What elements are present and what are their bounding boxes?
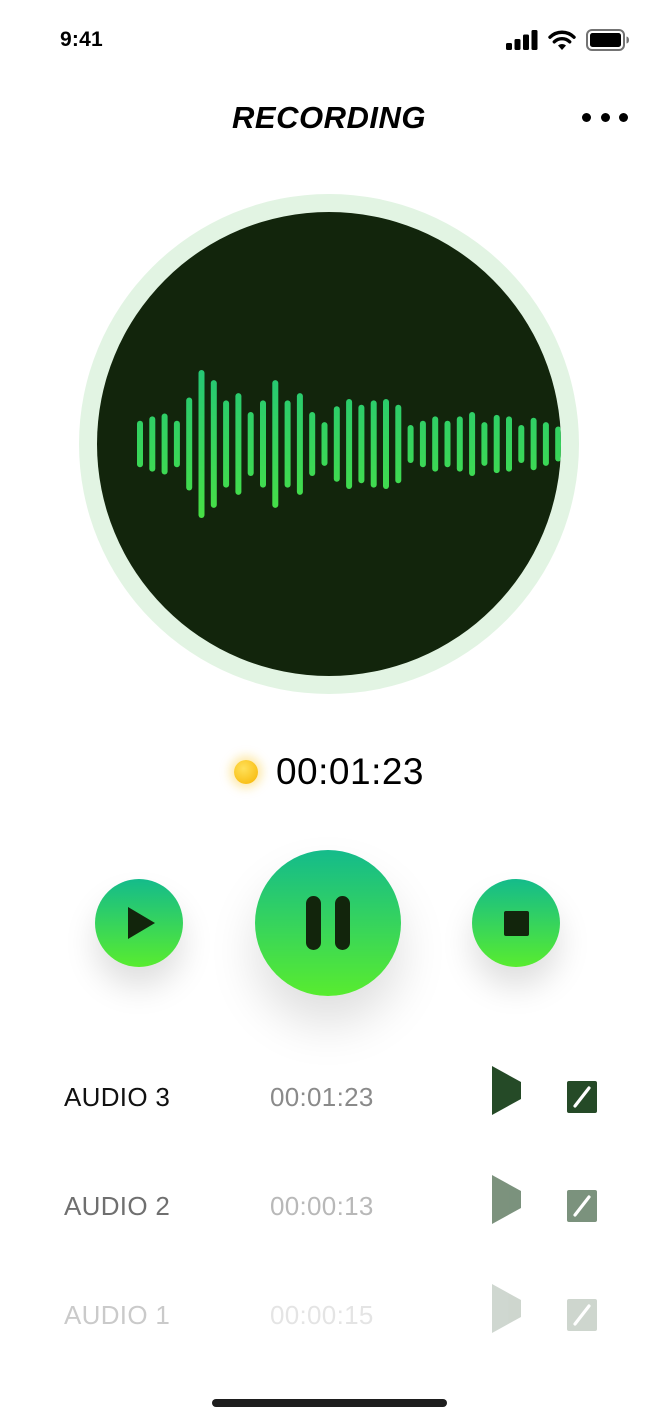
recording-play-button[interactable] [492, 1284, 524, 1333]
pause-button[interactable] [255, 850, 401, 996]
recording-duration: 00:01:23 [270, 1082, 374, 1112]
recording-edit-button[interactable] [567, 1190, 597, 1222]
more-dot [600, 112, 610, 122]
recording-play-button[interactable] [492, 1175, 524, 1224]
edit-icon [567, 1081, 597, 1113]
edit-icon [567, 1190, 597, 1222]
status-time: 9:41 [60, 28, 103, 51]
pause-bar [335, 896, 350, 950]
recording-item[interactable]: AUDIO 1 00:00:15 [0, 1284, 658, 1346]
stop-icon [503, 910, 529, 936]
page-title: RECORDING [232, 100, 426, 135]
recording-play-button[interactable] [492, 1066, 524, 1115]
elapsed-timer: 00:01:23 [275, 751, 425, 792]
recording-item[interactable]: AUDIO 2 00:00:13 [0, 1175, 658, 1237]
pause-bar [306, 896, 321, 950]
status-bar: 9:41 [0, 0, 658, 80]
more-dots-icon [582, 112, 591, 122]
recording-name: AUDIO 2 [64, 1191, 171, 1221]
play-icon [128, 907, 155, 939]
play-icon [492, 1284, 521, 1333]
recording-duration: 00:00:15 [270, 1300, 374, 1330]
timer-row: 00:01:23 [0, 750, 658, 794]
play-icon [492, 1175, 521, 1224]
cellular-signal-icon [506, 30, 538, 50]
more-options-button[interactable] [580, 104, 630, 130]
recording-edit-button[interactable] [567, 1081, 597, 1113]
recording-name: AUDIO 1 [64, 1300, 171, 1330]
battery-icon [586, 29, 629, 51]
recording-item[interactable]: AUDIO 3 00:01:23 [0, 1066, 658, 1128]
recording-indicator [233, 760, 258, 784]
status-icons [506, 28, 630, 52]
stop-button[interactable] [472, 879, 560, 967]
recording-edit-button[interactable] [567, 1299, 597, 1331]
wifi-icon [548, 30, 576, 50]
pause-icon [306, 896, 350, 950]
home-indicator[interactable] [212, 1399, 447, 1407]
waveform-visualizer [137, 369, 561, 519]
play-icon [492, 1066, 521, 1115]
more-dot [619, 112, 628, 122]
waveform-disk [97, 212, 561, 676]
recording-duration: 00:00:13 [270, 1191, 374, 1221]
edit-icon [567, 1299, 597, 1331]
recording-name: AUDIO 3 [64, 1082, 171, 1112]
play-button[interactable] [95, 879, 183, 967]
